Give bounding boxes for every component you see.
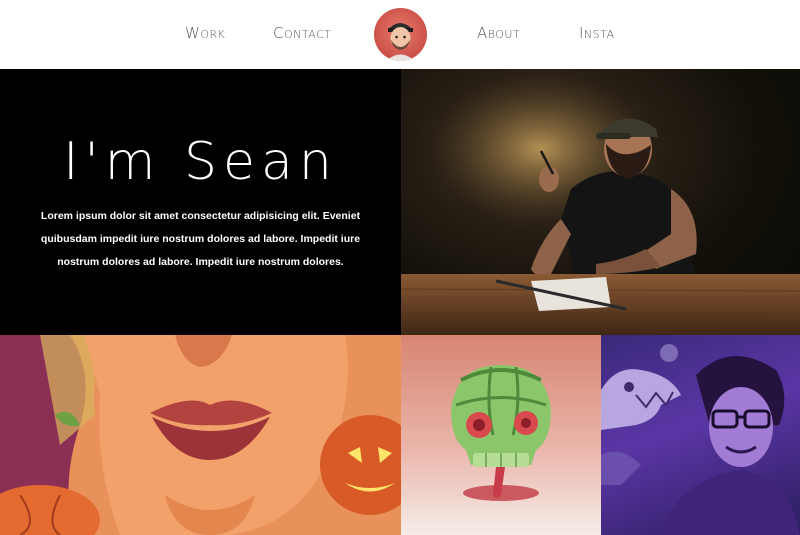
hero-section: I'm Sean Lorem ipsum dolor sit amet cons… [0,69,401,335]
lips-pumpkin-illustration[interactable] [0,335,401,535]
hero-description: Lorem ipsum dolor sit amet consectetur a… [40,210,361,268]
jurassic-park-illustration[interactable] [601,335,800,535]
top-nav: Work Contact About Insta [0,0,800,69]
nav-link-insta[interactable]: Insta [579,24,615,42]
watermelon-skull-illustration[interactable] [401,335,601,535]
artist-photo[interactable] [401,69,800,335]
avatar-logo[interactable] [374,8,427,61]
hero-title: I'm Sean [63,132,338,192]
nav-link-work[interactable]: Work [185,24,225,42]
nav-link-about[interactable]: About [477,24,520,42]
nav-link-contact[interactable]: Contact [273,24,331,42]
